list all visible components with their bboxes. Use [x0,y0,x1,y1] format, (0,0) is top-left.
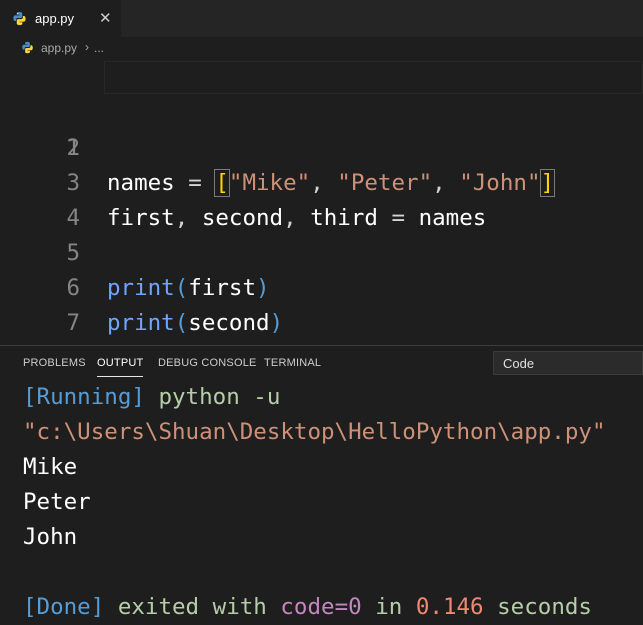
output-line-running: [Running] python -u [23,380,280,415]
tab-output[interactable]: OUTPUT [97,357,144,377]
chevron-right-icon: › [85,40,89,54]
code-line: 8 [0,306,643,371]
breadcrumb-file[interactable]: app.py [41,41,77,55]
python-file-icon [13,11,26,26]
tab-label: app.py [35,11,75,26]
code-line: 3 first, second, third = names [0,131,643,231]
breadcrumb-more[interactable]: ... [94,41,104,55]
code-line: 1 names = ["Mike", "Peter", "John"] [0,61,643,197]
seconds-text: seconds [483,594,592,620]
current-line-highlight [104,61,643,94]
tab-problems[interactable]: PROBLEMS [23,357,86,369]
code-line: 6 print(second) [0,236,643,336]
close-icon[interactable]: ✕ [99,9,112,27]
tab-terminal[interactable]: TERMINAL [264,357,321,369]
output-channel-value: Code [503,356,535,371]
output-line-path: "c:\Users\Shuan\Desktop\HelloPython\app.… [23,415,605,450]
exit-code: code=0 [280,594,362,620]
exited-text: exited with [104,594,281,620]
run-path: "c:\Users\Shuan\Desktop\HelloPython\app.… [23,419,606,445]
running-tag: [Running] [23,384,145,410]
breadcrumb: app.py › ... [0,37,643,59]
in-text: in [361,594,416,620]
code-editor[interactable]: 1 names = ["Mike", "Peter", "John"] 2 3 … [0,59,643,371]
output-result-line: Mike [23,454,78,480]
output-line-done: [Done] exited with code=0 in 0.146 secon… [23,590,592,625]
code-line: 5 print(first) [0,201,643,301]
code-line: 4 [0,166,643,231]
duration: 0.146 [415,594,484,620]
run-command: python -u [144,384,281,410]
output-channel-select[interactable]: Code [493,351,643,375]
code-line: 7 print(third) [0,271,643,371]
output-result-line: John [23,524,78,550]
bottom-panel: PROBLEMS OUTPUT DEBUG CONSOLE TERMINAL C… [0,346,643,625]
output-result-line: Peter [23,489,91,515]
tab-app-py[interactable]: app.py ✕ [0,0,121,37]
done-tag: [Done] [23,594,105,620]
python-file-icon [22,41,33,54]
tab-debug-console[interactable]: DEBUG CONSOLE [158,357,257,369]
editor-tab-bar: app.py ✕ [0,0,643,37]
code-line: 2 [0,96,643,161]
